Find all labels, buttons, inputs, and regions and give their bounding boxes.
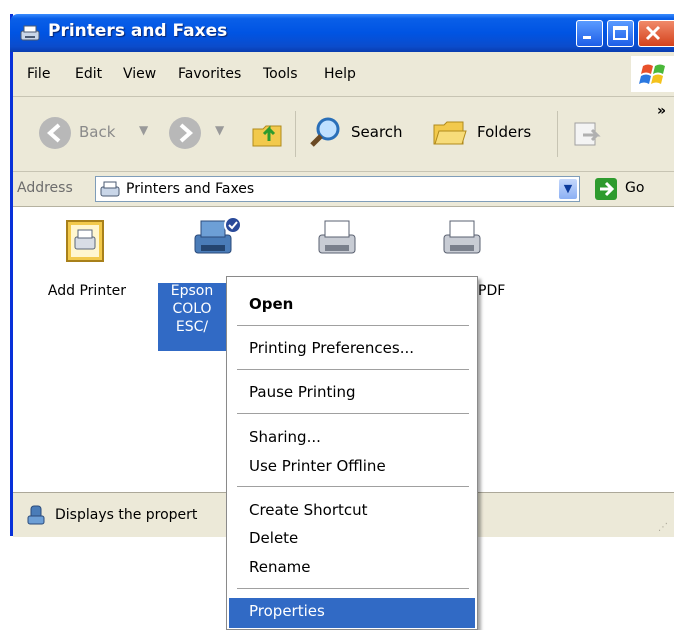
window-title: Printers and Faxes bbox=[48, 21, 228, 41]
maximize-button[interactable] bbox=[607, 20, 634, 47]
menu-edit[interactable]: Edit bbox=[75, 66, 102, 82]
context-printing-preferences[interactable]: Printing Preferences... bbox=[249, 339, 414, 357]
back-button[interactable]: Back ▼ bbox=[35, 111, 160, 155]
minimize-icon bbox=[583, 36, 591, 39]
back-label: Back bbox=[79, 123, 116, 141]
menu-separator bbox=[237, 486, 469, 487]
forward-arrow-icon bbox=[169, 117, 201, 149]
folders-label: Folders bbox=[477, 123, 532, 141]
menu-separator bbox=[237, 369, 469, 370]
context-menu: Open Printing Preferences... Pause Print… bbox=[226, 276, 478, 630]
chevron-down-icon: ▼ bbox=[563, 182, 573, 195]
context-sharing[interactable]: Sharing... bbox=[249, 428, 321, 446]
move-to-icon[interactable] bbox=[569, 115, 605, 151]
address-value: Printers and Faxes bbox=[126, 181, 255, 197]
context-properties-highlight[interactable]: Properties bbox=[229, 598, 475, 628]
printer-folder-icon bbox=[100, 181, 120, 197]
printer-status-icon bbox=[27, 505, 45, 525]
context-pause-printing[interactable]: Pause Printing bbox=[249, 383, 356, 401]
address-field[interactable]: Printers and Faxes ▼ bbox=[95, 176, 580, 202]
context-properties[interactable]: Properties bbox=[249, 602, 325, 620]
menu-tools[interactable]: Tools bbox=[263, 66, 298, 82]
up-folder-icon[interactable] bbox=[249, 115, 285, 151]
standard-toolbar: Back ▼ ▼ Search Folders » bbox=[13, 97, 674, 172]
context-open[interactable]: Open bbox=[249, 295, 293, 313]
printer-label-line: Epson bbox=[170, 283, 214, 299]
context-use-printer-offline[interactable]: Use Printer Offline bbox=[249, 457, 386, 475]
windows-logo bbox=[631, 56, 674, 92]
printer-label-line: COLO bbox=[172, 301, 212, 317]
search-label: Search bbox=[351, 123, 403, 141]
menu-separator bbox=[237, 588, 469, 589]
chevron-down-icon: ▼ bbox=[215, 123, 225, 137]
status-text: Displays the propert bbox=[55, 507, 198, 523]
close-button[interactable] bbox=[638, 20, 674, 47]
search-button[interactable]: Search bbox=[305, 111, 417, 155]
menu-favorites[interactable]: Favorites bbox=[178, 66, 241, 82]
go-label[interactable]: Go bbox=[625, 180, 644, 196]
address-dropdown-button[interactable]: ▼ bbox=[559, 179, 577, 199]
printer-icon[interactable] bbox=[438, 215, 486, 263]
title-bar[interactable]: Printers and Faxes bbox=[10, 14, 674, 52]
close-icon bbox=[645, 25, 661, 41]
menu-help[interactable]: Help bbox=[324, 66, 356, 82]
menu-separator bbox=[237, 413, 469, 414]
printer-label[interactable]: PDF bbox=[478, 283, 505, 300]
folders-icon bbox=[433, 121, 467, 145]
context-rename[interactable]: Rename bbox=[249, 558, 311, 576]
printer-label-selected[interactable]: Epson COLO ESC/ bbox=[158, 283, 226, 351]
printer-icon[interactable] bbox=[189, 215, 241, 263]
printer-folder-icon bbox=[20, 25, 40, 41]
context-create-shortcut[interactable]: Create Shortcut bbox=[249, 501, 368, 519]
toolbar-overflow-chevron[interactable]: » bbox=[657, 103, 666, 119]
resize-grip-icon[interactable]: ⋰ bbox=[658, 522, 668, 533]
menu-view[interactable]: View bbox=[123, 66, 156, 82]
add-printer-icon[interactable] bbox=[63, 219, 107, 263]
toolbar-separator bbox=[557, 111, 558, 157]
address-label: Address bbox=[17, 180, 73, 196]
address-bar: Address Printers and Faxes ▼ Go bbox=[13, 172, 674, 207]
menu-bar: File Edit View Favorites Tools Help bbox=[13, 52, 674, 97]
maximize-icon bbox=[613, 26, 628, 40]
printer-icon[interactable] bbox=[313, 215, 361, 263]
add-printer-label[interactable]: Add Printer bbox=[37, 283, 137, 300]
go-arrow-icon bbox=[600, 181, 615, 197]
chevron-down-icon: ▼ bbox=[139, 123, 149, 137]
search-icon bbox=[310, 117, 340, 147]
forward-button[interactable]: ▼ bbox=[165, 111, 235, 155]
back-arrow-icon bbox=[39, 117, 71, 149]
menu-separator bbox=[237, 325, 469, 326]
context-delete[interactable]: Delete bbox=[249, 529, 298, 547]
windows-flag-icon bbox=[639, 64, 665, 84]
printer-label-line: ESC/ bbox=[175, 319, 209, 335]
menu-file[interactable]: File bbox=[27, 66, 50, 82]
toolbar-separator bbox=[295, 111, 296, 157]
minimize-button[interactable] bbox=[576, 20, 603, 47]
go-button[interactable] bbox=[595, 178, 617, 200]
folders-button[interactable]: Folders bbox=[429, 111, 547, 155]
